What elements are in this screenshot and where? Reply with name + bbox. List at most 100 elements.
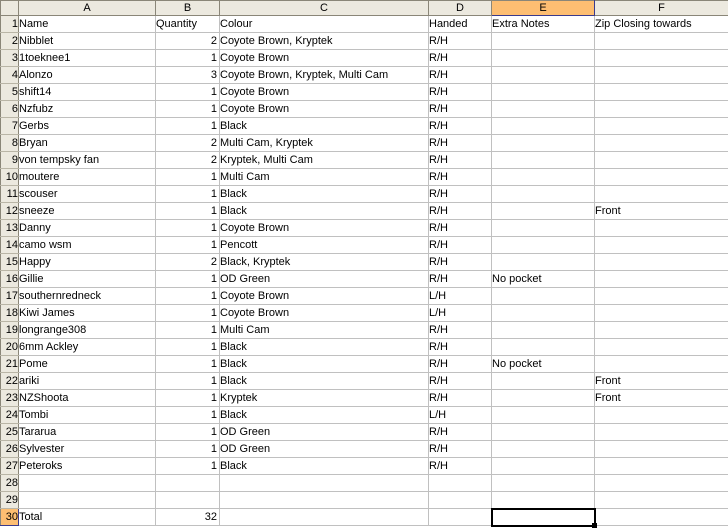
row-header[interactable]: 9 <box>0 151 19 169</box>
cell-b7[interactable]: 1 <box>155 117 220 135</box>
cell-e7[interactable] <box>491 117 595 135</box>
cell-d4[interactable]: R/H <box>428 66 492 84</box>
cell-d14[interactable]: R/H <box>428 236 492 254</box>
cell-f21[interactable] <box>594 355 728 373</box>
row-header[interactable]: 10 <box>0 168 19 186</box>
cell-f3[interactable] <box>594 49 728 67</box>
cell-f11[interactable] <box>594 185 728 203</box>
cell-f17[interactable] <box>594 287 728 305</box>
cell-b3[interactable]: 1 <box>155 49 220 67</box>
cell-b12[interactable]: 1 <box>155 202 220 220</box>
cell-b13[interactable]: 1 <box>155 219 220 237</box>
cell-f28[interactable] <box>594 474 728 492</box>
cell-f1[interactable]: Zip Closing towards <box>594 15 728 33</box>
cell-c26[interactable]: OD Green <box>219 440 429 458</box>
cell-f27[interactable] <box>594 457 728 475</box>
cell-d19[interactable]: R/H <box>428 321 492 339</box>
row-header[interactable]: 16 <box>0 270 19 288</box>
cell-b19[interactable]: 1 <box>155 321 220 339</box>
cell-c4[interactable]: Coyote Brown, Kryptek, Multi Cam <box>219 66 429 84</box>
cell-d2[interactable]: R/H <box>428 32 492 50</box>
cell-f19[interactable] <box>594 321 728 339</box>
row-header[interactable]: 1 <box>0 15 19 33</box>
cell-c13[interactable]: Coyote Brown <box>219 219 429 237</box>
column-header-e[interactable]: E <box>491 0 595 16</box>
cell-c16[interactable]: OD Green <box>219 270 429 288</box>
cell-f7[interactable] <box>594 117 728 135</box>
cell-d13[interactable]: R/H <box>428 219 492 237</box>
cell-c20[interactable]: Black <box>219 338 429 356</box>
cell-d5[interactable]: R/H <box>428 83 492 101</box>
cell-e10[interactable] <box>491 168 595 186</box>
cell-f26[interactable] <box>594 440 728 458</box>
cell-f23[interactable]: Front <box>594 389 728 407</box>
cell-c18[interactable]: Coyote Brown <box>219 304 429 322</box>
cell-d27[interactable]: R/H <box>428 457 492 475</box>
cell-d6[interactable]: R/H <box>428 100 492 118</box>
cell-e2[interactable] <box>491 32 595 50</box>
cell-b8[interactable]: 2 <box>155 134 220 152</box>
cell-b2[interactable]: 2 <box>155 32 220 50</box>
cell-d21[interactable]: R/H <box>428 355 492 373</box>
cell-a11[interactable]: scouser <box>18 185 156 203</box>
cell-f24[interactable] <box>594 406 728 424</box>
cell-b1[interactable]: Quantity <box>155 15 220 33</box>
row-header[interactable]: 17 <box>0 287 19 305</box>
row-header[interactable]: 8 <box>0 134 19 152</box>
cell-a1[interactable]: Name <box>18 15 156 33</box>
cell-c9[interactable]: Kryptek, Multi Cam <box>219 151 429 169</box>
cell-e8[interactable] <box>491 134 595 152</box>
cell-f20[interactable] <box>594 338 728 356</box>
cell-d24[interactable]: L/H <box>428 406 492 424</box>
cell-c28[interactable] <box>219 474 429 492</box>
row-header[interactable]: 30 <box>0 508 19 526</box>
cell-a25[interactable]: Tararua <box>18 423 156 441</box>
row-header[interactable]: 3 <box>0 49 19 67</box>
cell-e24[interactable] <box>491 406 595 424</box>
column-header-b[interactable]: B <box>155 0 220 16</box>
row-header[interactable]: 7 <box>0 117 19 135</box>
cell-e21[interactable]: No pocket <box>491 355 595 373</box>
row-header[interactable]: 11 <box>0 185 19 203</box>
row-header[interactable]: 13 <box>0 219 19 237</box>
cell-b11[interactable]: 1 <box>155 185 220 203</box>
cell-a10[interactable]: moutere <box>18 168 156 186</box>
cell-e26[interactable] <box>491 440 595 458</box>
cell-a29[interactable] <box>18 491 156 509</box>
spreadsheet-grid[interactable]: A B C D E F 1 Name Quantity Colour Hande… <box>0 0 728 528</box>
cell-a13[interactable]: Danny <box>18 219 156 237</box>
cell-d12[interactable]: R/H <box>428 202 492 220</box>
cell-c3[interactable]: Coyote Brown <box>219 49 429 67</box>
cell-d7[interactable]: R/H <box>428 117 492 135</box>
cell-b14[interactable]: 1 <box>155 236 220 254</box>
cell-b9[interactable]: 2 <box>155 151 220 169</box>
cell-a4[interactable]: Alonzo <box>18 66 156 84</box>
cell-c25[interactable]: OD Green <box>219 423 429 441</box>
cell-e16[interactable]: No pocket <box>491 270 595 288</box>
cell-c2[interactable]: Coyote Brown, Kryptek <box>219 32 429 50</box>
cell-b27[interactable]: 1 <box>155 457 220 475</box>
cell-d3[interactable]: R/H <box>428 49 492 67</box>
row-header[interactable]: 18 <box>0 304 19 322</box>
cell-f30[interactable] <box>594 508 728 526</box>
cell-f5[interactable] <box>594 83 728 101</box>
cell-c10[interactable]: Multi Cam <box>219 168 429 186</box>
cell-c21[interactable]: Black <box>219 355 429 373</box>
cell-d20[interactable]: R/H <box>428 338 492 356</box>
cell-f16[interactable] <box>594 270 728 288</box>
cell-e12[interactable] <box>491 202 595 220</box>
cell-b22[interactable]: 1 <box>155 372 220 390</box>
row-header[interactable]: 25 <box>0 423 19 441</box>
cell-e30[interactable] <box>491 508 595 526</box>
cell-a16[interactable]: Gillie <box>18 270 156 288</box>
cell-d1[interactable]: Handed <box>428 15 492 33</box>
cell-d17[interactable]: L/H <box>428 287 492 305</box>
cell-c30[interactable] <box>219 508 429 526</box>
cell-e3[interactable] <box>491 49 595 67</box>
cell-d25[interactable]: R/H <box>428 423 492 441</box>
cell-a5[interactable]: shift14 <box>18 83 156 101</box>
cell-e11[interactable] <box>491 185 595 203</box>
row-header[interactable]: 29 <box>0 491 19 509</box>
cell-c12[interactable]: Black <box>219 202 429 220</box>
cell-c14[interactable]: Pencott <box>219 236 429 254</box>
